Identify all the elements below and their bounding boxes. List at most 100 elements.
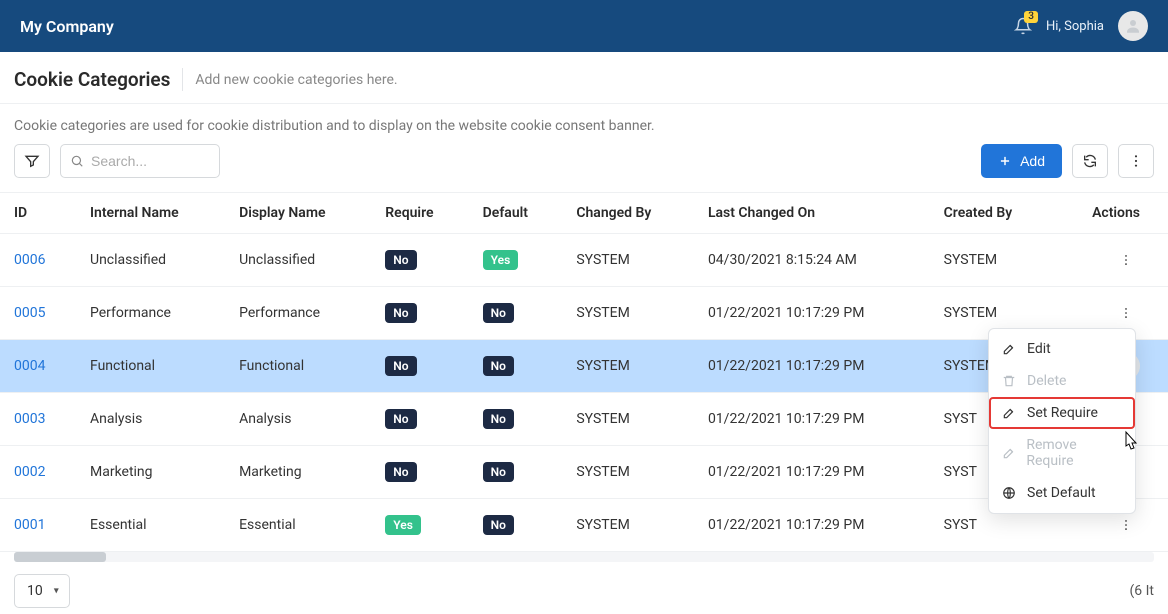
id-link[interactable]: 0006 <box>14 252 45 268</box>
cell-last-changed: 01/22/2021 10:17:29 PM <box>694 499 930 552</box>
cell-changed-by: SYSTEM <box>562 499 694 552</box>
horizontal-scrollbar-thumb[interactable] <box>14 552 106 562</box>
table-row[interactable]: 0006 UnclassifiedUnclassified No Yes SYSTEM0… <box>0 234 1168 287</box>
cell-internal-name: Functional <box>76 340 225 393</box>
refresh-button[interactable] <box>1072 144 1108 178</box>
cell-last-changed: 01/22/2021 10:17:29 PM <box>694 340 930 393</box>
edit-icon <box>1001 446 1016 460</box>
col-display-name[interactable]: Display Name <box>225 193 371 234</box>
search-input[interactable] <box>60 144 220 178</box>
more-vertical-icon <box>1119 253 1133 267</box>
id-link[interactable]: 0003 <box>14 411 45 427</box>
edit-icon <box>1001 342 1017 356</box>
page-size-value: 10 <box>27 583 43 599</box>
col-require[interactable]: Require <box>371 193 468 234</box>
require-badge: No <box>385 303 416 323</box>
row-actions-menu: Edit Delete Set Require Remove Require S… <box>988 328 1136 514</box>
filter-button[interactable] <box>14 144 50 178</box>
cell-display-name: Essential <box>225 499 371 552</box>
more-vertical-icon <box>1119 306 1133 320</box>
toolbar: Add <box>0 144 1168 192</box>
row-actions-button[interactable] <box>1112 299 1140 327</box>
col-actions: Actions <box>1053 193 1168 234</box>
page-description: Cookie categories are used for cookie di… <box>0 104 1168 144</box>
col-created-by[interactable]: Created By <box>930 193 1053 234</box>
notifications-button[interactable]: 3 <box>1014 17 1032 35</box>
caret-down-icon: ▾ <box>54 586 59 597</box>
horizontal-scrollbar[interactable] <box>14 552 1154 562</box>
default-badge: No <box>483 356 514 376</box>
row-actions-button[interactable] <box>1112 246 1140 274</box>
cursor-icon <box>1120 430 1140 454</box>
col-id[interactable]: ID <box>0 193 76 234</box>
id-link[interactable]: 0002 <box>14 464 45 480</box>
notifications-badge: 3 <box>1024 11 1038 23</box>
cell-last-changed: 04/30/2021 8:15:24 AM <box>694 234 930 287</box>
col-last-changed[interactable]: Last Changed On <box>694 193 930 234</box>
menu-remove-require: Remove Require <box>989 429 1135 477</box>
default-badge: No <box>483 515 514 535</box>
cell-created-by: SYSTEM <box>930 234 1053 287</box>
more-vertical-icon <box>1119 518 1133 532</box>
cell-changed-by: SYSTEM <box>562 446 694 499</box>
menu-delete: Delete <box>989 365 1135 397</box>
greeting-text: Hi, Sophia <box>1046 19 1104 34</box>
page-title: Cookie Categories <box>14 68 183 91</box>
row-actions-button[interactable] <box>1112 511 1140 539</box>
cell-changed-by: SYSTEM <box>562 340 694 393</box>
cell-changed-by: SYSTEM <box>562 287 694 340</box>
add-button-label: Add <box>1020 153 1045 169</box>
company-name: My Company <box>20 17 114 36</box>
col-changed-by[interactable]: Changed By <box>562 193 694 234</box>
id-link[interactable]: 0001 <box>14 517 45 533</box>
menu-edit[interactable]: Edit <box>989 333 1135 365</box>
col-internal-name[interactable]: Internal Name <box>76 193 225 234</box>
table-footer: 10 ▾ (6 It <box>0 562 1168 614</box>
cell-display-name: Unclassified <box>225 234 371 287</box>
items-count: (6 It <box>1129 583 1154 599</box>
cell-changed-by: SYSTEM <box>562 234 694 287</box>
require-badge: Yes <box>385 515 421 535</box>
default-badge: No <box>483 303 514 323</box>
more-button[interactable] <box>1118 144 1154 178</box>
id-link[interactable]: 0005 <box>14 305 45 321</box>
cell-last-changed: 01/22/2021 10:17:29 PM <box>694 393 930 446</box>
avatar[interactable] <box>1118 11 1148 41</box>
page-size-select[interactable]: 10 ▾ <box>14 574 70 608</box>
plus-icon <box>998 154 1012 168</box>
col-default[interactable]: Default <box>469 193 563 234</box>
cell-display-name: Functional <box>225 340 371 393</box>
more-vertical-icon <box>1128 153 1144 169</box>
cell-internal-name: Analysis <box>76 393 225 446</box>
cell-changed-by: SYSTEM <box>562 393 694 446</box>
cell-last-changed: 01/22/2021 10:17:29 PM <box>694 446 930 499</box>
page-header: Cookie Categories Add new cookie categor… <box>0 52 1168 104</box>
require-badge: No <box>385 409 416 429</box>
add-button[interactable]: Add <box>981 144 1062 178</box>
cell-last-changed: 01/22/2021 10:17:29 PM <box>694 287 930 340</box>
search-icon <box>70 154 84 168</box>
page-subtitle: Add new cookie categories here. <box>195 72 397 88</box>
require-badge: No <box>385 356 416 376</box>
default-badge: No <box>483 462 514 482</box>
require-badge: No <box>385 250 416 270</box>
cell-internal-name: Essential <box>76 499 225 552</box>
topbar: My Company 3 Hi, Sophia <box>0 0 1168 52</box>
cell-display-name: Performance <box>225 287 371 340</box>
menu-set-require[interactable]: Set Require <box>989 397 1135 429</box>
refresh-icon <box>1082 153 1098 169</box>
cell-internal-name: Marketing <box>76 446 225 499</box>
cell-display-name: Marketing <box>225 446 371 499</box>
filter-icon <box>24 153 40 169</box>
menu-set-default[interactable]: Set Default <box>989 477 1135 509</box>
edit-icon <box>1001 406 1017 420</box>
trash-icon <box>1001 374 1017 388</box>
default-badge: No <box>483 409 514 429</box>
default-badge: Yes <box>483 250 519 270</box>
id-link[interactable]: 0004 <box>14 358 45 374</box>
globe-icon <box>1001 486 1017 500</box>
avatar-placeholder-icon <box>1124 17 1142 35</box>
require-badge: No <box>385 462 416 482</box>
cell-display-name: Analysis <box>225 393 371 446</box>
cell-internal-name: Unclassified <box>76 234 225 287</box>
